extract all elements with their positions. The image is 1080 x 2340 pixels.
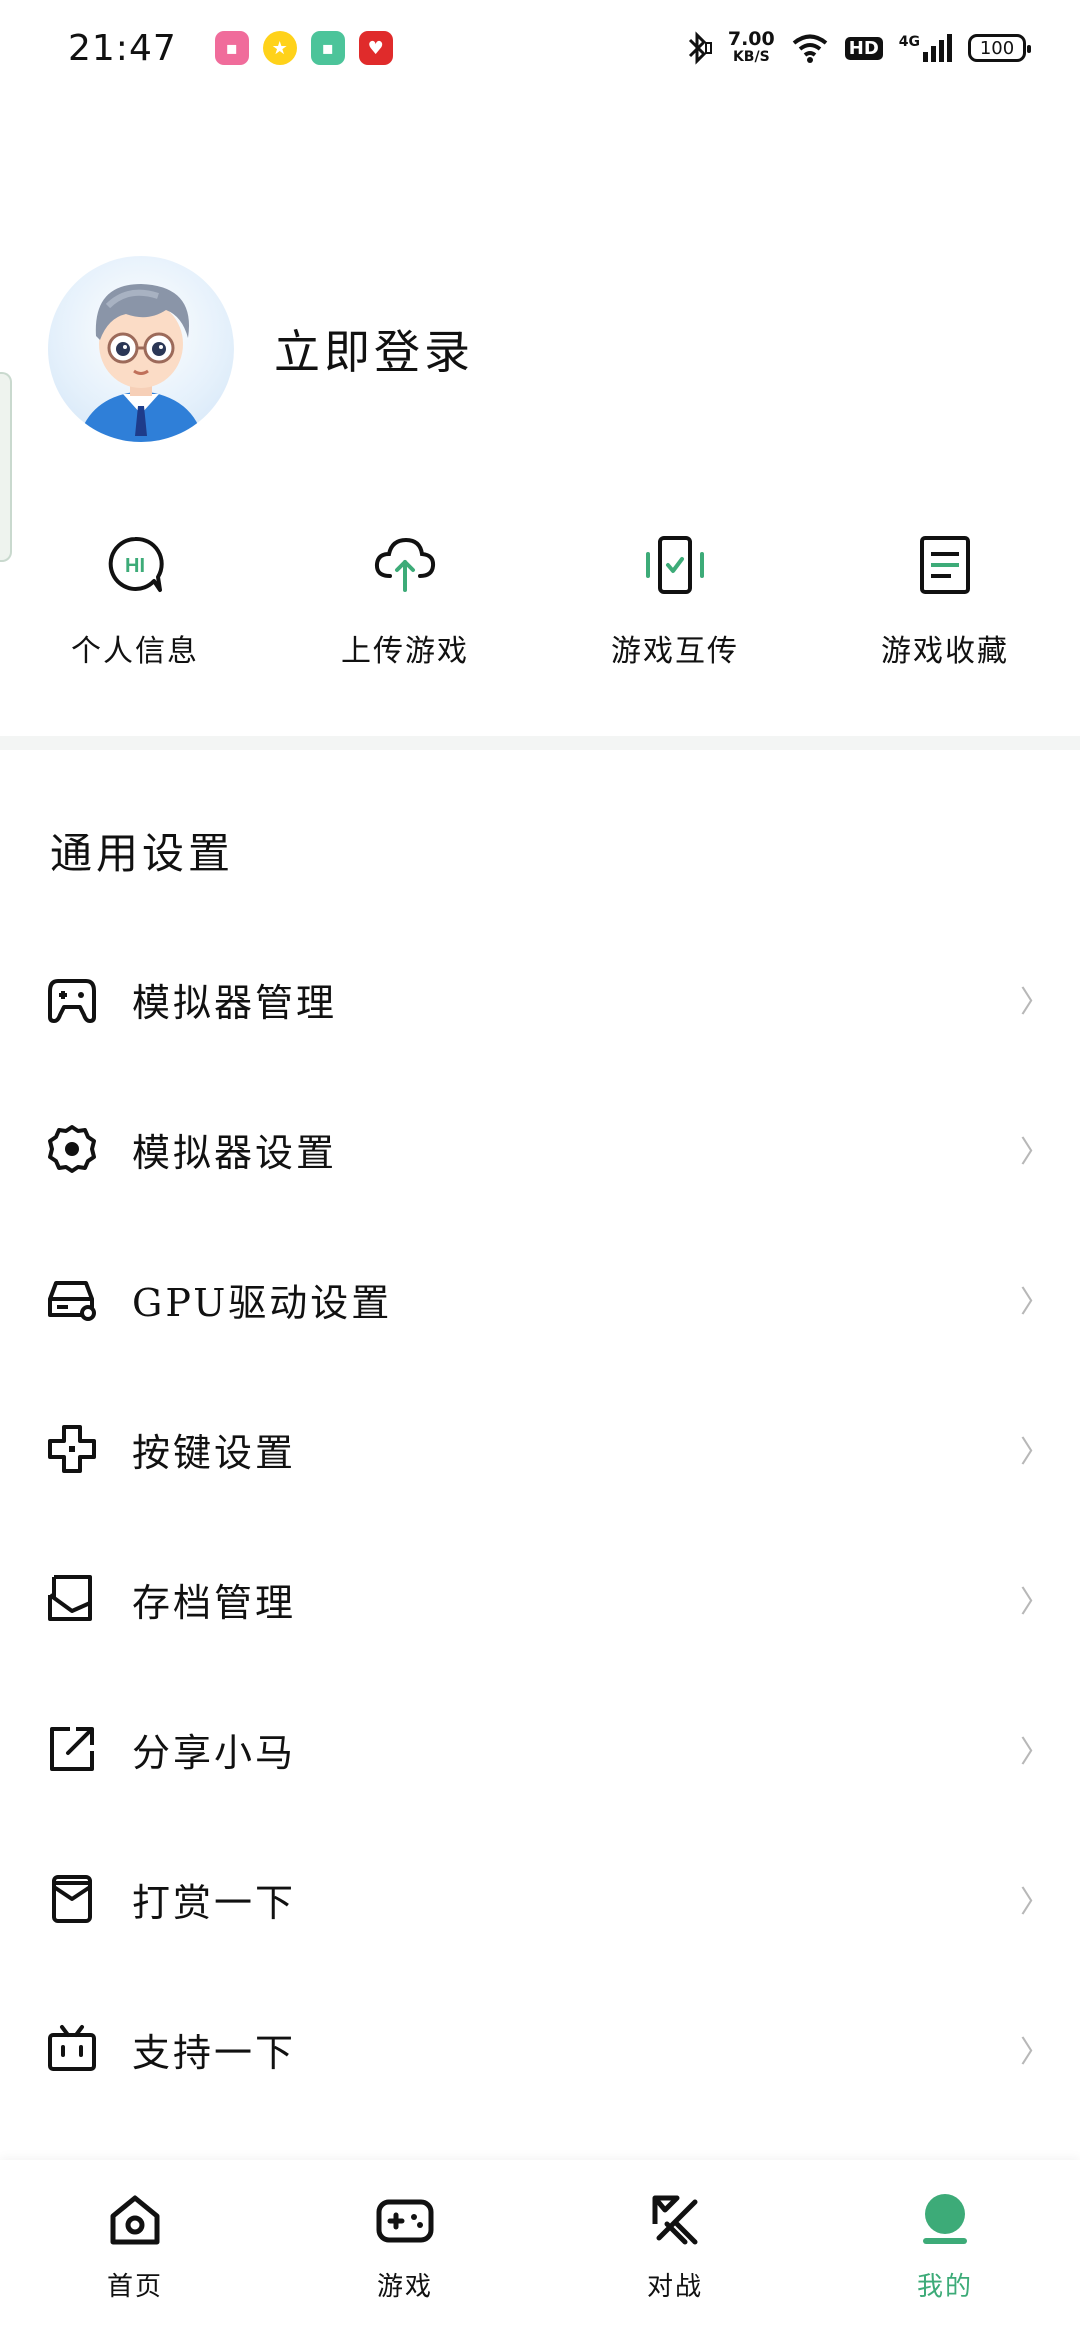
chevron-right-icon: 〉: [1020, 1735, 1050, 1770]
status-bar: 21:47 ▪ ★ ▪ ♥ 7.00 KB/S HD 4G 100: [0, 0, 1080, 96]
battery-icon: 100: [968, 34, 1031, 62]
menu-item-support[interactable]: 支持一下 〉: [0, 1974, 1080, 2124]
nav-tab-mine[interactable]: 我的: [810, 2160, 1080, 2340]
phone-transfer-icon: [640, 530, 710, 600]
bottom-nav: 首页 游戏 对战 我的: [0, 2160, 1080, 2340]
settings-menu: 模拟器管理 〉 模拟器设置 〉 GPU驱动设置 〉 按键设置 〉 存档管理 〉 …: [0, 924, 1080, 2124]
settings-section-title: 通用设置: [50, 829, 235, 878]
quick-action-upload-game[interactable]: 上传游戏: [270, 530, 540, 670]
chevron-right-icon: 〉: [1020, 985, 1050, 1020]
menu-item-key-settings[interactable]: 按键设置 〉: [0, 1374, 1080, 1524]
chevron-right-icon: 〉: [1020, 2035, 1050, 2070]
cloud-upload-icon: [370, 530, 440, 600]
chevron-right-icon: 〉: [1020, 1885, 1050, 1920]
menu-item-share[interactable]: 分享小马 〉: [0, 1674, 1080, 1824]
quick-action-game-favorites[interactable]: 游戏收藏: [810, 530, 1080, 670]
home-icon: [105, 2190, 165, 2250]
nav-tab-games[interactable]: 游戏: [270, 2160, 540, 2340]
section-divider: [0, 736, 1080, 750]
mini-app-icon: ▪: [310, 31, 345, 65]
document-icon: [910, 530, 980, 600]
save-box-icon: [44, 1571, 100, 1627]
menu-item-emulator-management[interactable]: 模拟器管理 〉: [0, 924, 1080, 1074]
cell-signal-icon: 4G: [899, 34, 952, 62]
status-indicators: 7.00 KB/S HD 4G 100: [684, 28, 1031, 66]
reward-envelope-icon: [44, 1871, 100, 1927]
dpad-icon: [44, 1421, 100, 1477]
gear-icon: [44, 1121, 100, 1177]
login-link[interactable]: 立即登录: [274, 316, 474, 382]
bilibili-app-icon: ▪: [214, 31, 249, 65]
svg-text:HI: HI: [125, 555, 145, 577]
star-app-icon: ★: [262, 31, 297, 65]
gamepad-icon: [44, 971, 100, 1027]
avatar-illustration: [78, 284, 204, 442]
nav-tab-home[interactable]: 首页: [0, 2160, 270, 2340]
menu-item-emulator-settings[interactable]: 模拟器设置 〉: [0, 1074, 1080, 1224]
nav-tab-battle[interactable]: 对战: [540, 2160, 810, 2340]
share-icon: [44, 1721, 100, 1777]
network-speed: 7.00 KB/S: [727, 28, 775, 66]
quick-action-profile-info[interactable]: HI 个人信息: [0, 530, 270, 670]
status-time: 21:47: [68, 27, 177, 69]
battle-icon: [645, 2190, 705, 2250]
profile-header[interactable]: 立即登录: [48, 256, 474, 442]
heart-app-icon: ♥: [358, 31, 393, 65]
chevron-right-icon: 〉: [1020, 1135, 1050, 1170]
chevron-right-icon: 〉: [1020, 1285, 1050, 1320]
gpu-drive-icon: [44, 1271, 100, 1327]
hi-chat-icon: HI: [100, 530, 170, 600]
bluetooth-icon: [688, 31, 712, 65]
status-app-icons: ▪ ★ ▪ ♥: [214, 31, 393, 65]
wifi-icon: [792, 34, 828, 63]
chevron-right-icon: 〉: [1020, 1435, 1050, 1470]
tv-icon: [44, 2021, 100, 2077]
profile-icon: [915, 2190, 975, 2250]
hd-badge: HD: [844, 36, 883, 60]
menu-item-reward[interactable]: 打赏一下 〉: [0, 1824, 1080, 1974]
quick-actions: HI 个人信息 上传游戏 游戏互传 游戏收藏: [0, 530, 1080, 670]
avatar[interactable]: [48, 256, 234, 442]
gamepad-icon: [375, 2190, 435, 2250]
menu-item-save-management[interactable]: 存档管理 〉: [0, 1524, 1080, 1674]
quick-action-game-transfer[interactable]: 游戏互传: [540, 530, 810, 670]
chevron-right-icon: 〉: [1020, 1585, 1050, 1620]
menu-item-gpu-driver-settings[interactable]: GPU驱动设置 〉: [0, 1224, 1080, 1374]
